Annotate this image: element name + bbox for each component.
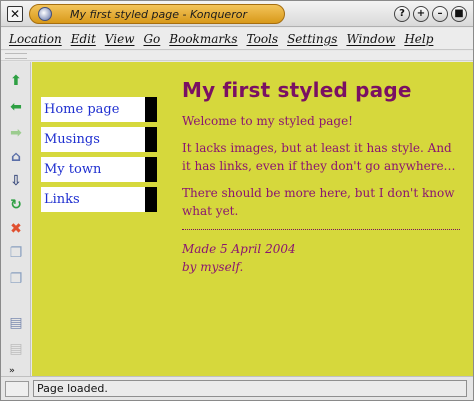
welcome-paragraph: Welcome to my styled page!	[182, 114, 354, 128]
menu-window[interactable]: Window	[346, 32, 395, 46]
maximize-icon[interactable]: ■	[451, 6, 467, 22]
up-arrow-icon[interactable]: ⬆	[7, 72, 25, 89]
window-controls: ? + – ■	[394, 6, 467, 22]
menu-bookmarks[interactable]: Bookmarks	[169, 32, 237, 46]
page-main: My first styled page Welcome to my style…	[182, 78, 462, 276]
reload-icon[interactable]: ↻	[7, 196, 25, 213]
menu-help[interactable]: Help	[404, 32, 433, 46]
page-footer-address: Made 5 April 2004 by myself.	[182, 240, 462, 276]
page-heading: My first styled page	[182, 78, 412, 102]
back-arrow-icon[interactable]: ⬅	[7, 98, 25, 115]
konqueror-app-icon	[38, 7, 52, 21]
status-message: Page loaded.	[33, 380, 467, 397]
home-icon[interactable]: ⌂	[7, 148, 25, 165]
close-icon[interactable]: ✕	[7, 6, 23, 22]
minimize-icon[interactable]: –	[432, 6, 448, 22]
print-icon[interactable]: ▤	[7, 314, 25, 331]
title-pill[interactable]: My first styled page - Konqueror	[29, 4, 285, 24]
status-indicator	[5, 381, 29, 397]
nav-link-my-town[interactable]: My town	[41, 157, 157, 182]
print-frame-icon[interactable]: ▤	[7, 340, 25, 357]
status-bar: Page loaded.	[1, 376, 473, 400]
paste-icon[interactable]: ❐	[7, 270, 25, 287]
menu-bar: Location Edit View Go Bookmarks Tools Se…	[1, 28, 473, 50]
more-paragraph: There should be more here, but I don't k…	[182, 186, 455, 218]
forward-arrow-icon[interactable]: ➡	[7, 124, 25, 141]
menu-view[interactable]: View	[105, 32, 135, 46]
style-paragraph: It lacks images, but at least it has sty…	[182, 141, 456, 173]
title-bar[interactable]: ✕ My first styled page - Konqueror ? + –…	[1, 1, 473, 27]
menu-go[interactable]: Go	[143, 32, 160, 46]
toolbar-grip	[1, 51, 473, 61]
address-date: Made 5 April 2004	[182, 242, 296, 256]
grip-handle[interactable]	[5, 53, 27, 59]
history-icon[interactable]: ⇩	[7, 172, 25, 189]
nav-link-home[interactable]: Home page	[41, 97, 157, 122]
nav-link-links[interactable]: Links	[41, 187, 157, 212]
web-page-view[interactable]: Home page Musings My town Links My first…	[32, 62, 473, 376]
konqueror-window: ✕ My first styled page - Konqueror ? + –…	[0, 0, 474, 401]
site-navigation: Home page Musings My town Links	[41, 97, 157, 217]
menu-tools[interactable]: Tools	[247, 32, 279, 46]
sticky-icon[interactable]: +	[413, 6, 429, 22]
copy-icon[interactable]: ❐	[7, 244, 25, 261]
stop-icon[interactable]: ✖	[7, 220, 25, 237]
menu-edit[interactable]: Edit	[71, 32, 96, 46]
nav-link-musings[interactable]: Musings	[41, 127, 157, 152]
menu-location[interactable]: Location	[9, 32, 62, 46]
help-icon[interactable]: ?	[394, 6, 410, 22]
toolbar-more-icon[interactable]: »	[9, 366, 15, 376]
menu-settings[interactable]: Settings	[287, 32, 337, 46]
window-title: My first styled page - Konqueror	[70, 8, 247, 21]
side-toolbar: ⬆ ⬅ ➡ ⌂ ⇩ ↻ ✖ ❐ ❐ ▤ ▤ »	[1, 62, 31, 376]
address-author: by myself.	[182, 260, 244, 274]
horizontal-rule	[182, 229, 460, 230]
